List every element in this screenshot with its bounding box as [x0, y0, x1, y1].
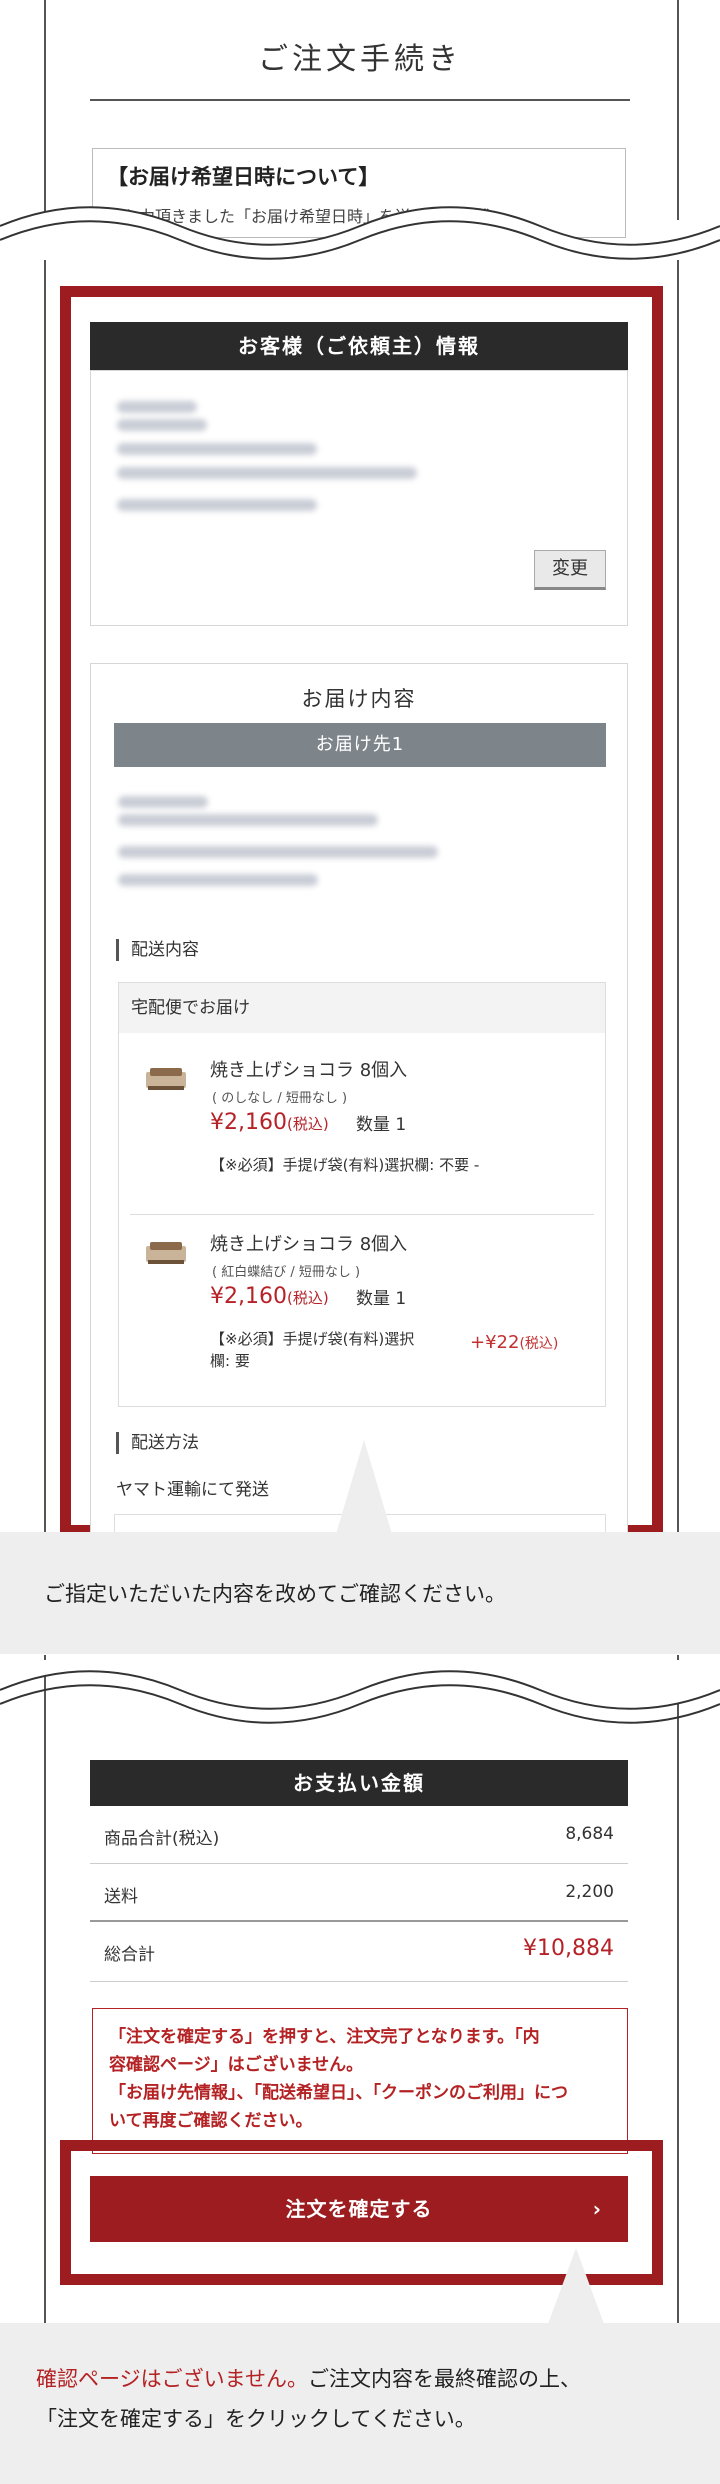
item-price-value: ¥2,160: [210, 1110, 287, 1135]
blurred-recipient: [118, 814, 378, 826]
courier-label: 宅配便でお届け: [119, 983, 605, 1033]
method-section-label: 配送方法: [116, 1432, 199, 1454]
item-bag-option: 【※必須】手提げ袋(有料)選択 欄: 要: [210, 1328, 414, 1372]
frame-left-edge: [44, 1655, 46, 2325]
callout-final-line2: 「注文を確定する」をクリックしてください。: [36, 2407, 476, 2431]
warning-line: 容確認ページ」はございません。: [109, 2055, 364, 2075]
item-bag-price: +¥22(税込): [470, 1332, 558, 1353]
frame-right-edge: [677, 1655, 679, 2325]
item-bag-option-line: 欄: 要: [210, 1352, 250, 1370]
confirmation-warning: 「注文を確定する」を押すと、注文完了となります。「内 容確認ページ」はございませ…: [92, 2008, 628, 2154]
item-name: 焼き上げショコラ 8個入: [210, 1060, 408, 1081]
blurred-name: [117, 419, 207, 431]
shipping-label: 送料: [104, 1887, 138, 1907]
frame-right-edge: [677, 255, 679, 1535]
blurred-name: [117, 401, 197, 413]
callout-final: 確認ページはございません。ご注文内容を最終確認の上、 「注文を確定する」をクリッ…: [0, 2323, 720, 2484]
blurred-address: [117, 467, 417, 479]
callout-text: ご注文内容を最終確認の上、: [307, 2367, 581, 2391]
item-divider: [130, 1214, 594, 1215]
item-options: ( のしなし / 短冊なし ): [212, 1091, 348, 1106]
item-bag-option-line: 【※必須】手提げ袋(有料)選択: [210, 1330, 415, 1348]
change-button[interactable]: 変更: [534, 550, 606, 590]
frame-right-edge: [677, 0, 679, 220]
shipping-method: ヤマト運輸にて発送: [116, 1480, 269, 1500]
chevron-right-icon: ›: [592, 2197, 602, 2221]
frame-left-edge: [44, 0, 46, 220]
bag-price-tax: (税込): [519, 1336, 559, 1352]
blurred-address: [118, 846, 438, 858]
shipping-row: 送料 2,200: [90, 1864, 628, 1922]
callout-pointer: [336, 1440, 392, 1534]
total-row: 総合計 ¥10,884: [90, 1922, 628, 1982]
contents-section-label: 配送内容: [116, 939, 199, 961]
item-quantity: 数量 1: [356, 1289, 407, 1309]
item-name: 焼き上げショコラ 8個入: [210, 1234, 408, 1255]
blurred-phone: [117, 499, 317, 511]
callout-pointer: [548, 2248, 604, 2324]
payment-header: お支払い金額: [90, 1760, 628, 1806]
callout-red-text: 確認ページはございません。: [36, 2367, 308, 2391]
item-price-value: ¥2,160: [210, 1284, 287, 1309]
confirm-order-button[interactable]: 注文を確定する ›: [90, 2176, 628, 2242]
callout-final-line1: 確認ページはございません。ご注文内容を最終確認の上、: [36, 2363, 581, 2393]
shipping-value: 2,200: [565, 1882, 614, 1902]
customer-info-header: お客様（ご依頼主）情報: [90, 322, 628, 370]
warning-line: いて再度ご確認ください。: [109, 2111, 313, 2131]
item-price-tax: (税込): [286, 1289, 329, 1307]
product-thumbnail-icon: [146, 1242, 186, 1264]
item-quantity: 数量 1: [356, 1115, 407, 1135]
item-bag-option: 【※必須】手提げ袋(有料)選択欄: 不要 -: [210, 1156, 480, 1174]
blurred-email: [117, 443, 317, 455]
bag-price-value: +¥22: [470, 1332, 520, 1353]
item-price: ¥2,160(税込): [210, 1110, 329, 1135]
delivery-title: お届け内容: [301, 687, 417, 711]
product-thumbnail-icon: [146, 1068, 186, 1090]
callout-review: ご指定いただいた内容を改めてご確認ください。: [0, 1532, 720, 1654]
confirm-order-label: 注文を確定する: [285, 2197, 433, 2221]
total-label: 総合計: [104, 1945, 155, 1965]
callout-review-text: ご指定いただいた内容を改めてご確認ください。: [44, 1582, 506, 1606]
page-title: ご注文手続き: [258, 42, 462, 77]
warning-line: 「注文を確定する」を押すと、注文完了となります。「内: [109, 2027, 540, 2047]
subtotal-row: 商品合計(税込) 8,684: [90, 1806, 628, 1864]
wave-separator: [0, 1660, 720, 1724]
subtotal-label: 商品合計(税込): [104, 1829, 220, 1849]
item-price: ¥2,160(税込): [210, 1284, 329, 1309]
subtotal-value: 8,684: [565, 1824, 614, 1844]
frame-left-edge: [44, 255, 46, 1535]
notice-title: 【お届け希望日時について】: [107, 165, 380, 189]
warning-line: 「お届け先情報」、「配送希望日」、「クーポンのご利用」につ: [109, 2083, 568, 2103]
title-divider: [90, 99, 630, 101]
item-price-tax: (税込): [286, 1115, 329, 1133]
blurred-phone: [118, 874, 318, 886]
wave-separator: [0, 206, 720, 260]
item-options: ( 紅白蝶結び / 短冊なし ): [212, 1265, 361, 1280]
total-value: ¥10,884: [523, 1936, 614, 1961]
destination-bar: お届け先1: [114, 723, 606, 767]
blurred-recipient: [118, 796, 208, 808]
